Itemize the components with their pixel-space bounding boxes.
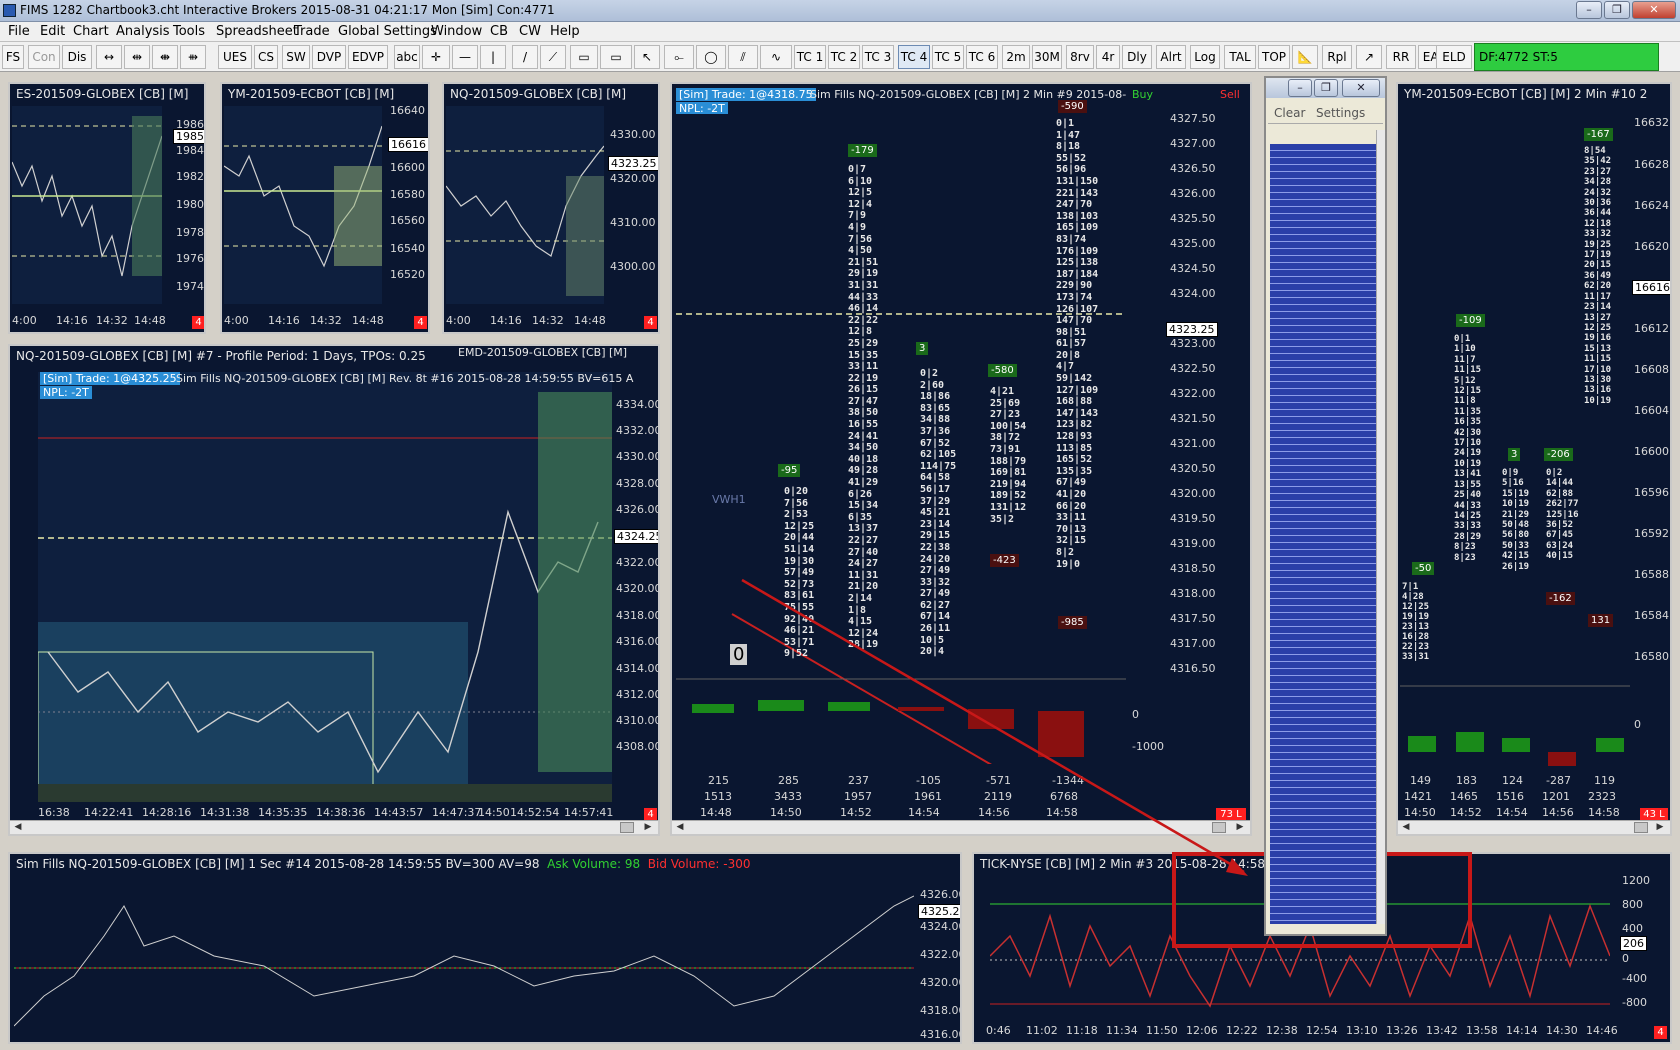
annotation-arrow	[741, 578, 1248, 876]
